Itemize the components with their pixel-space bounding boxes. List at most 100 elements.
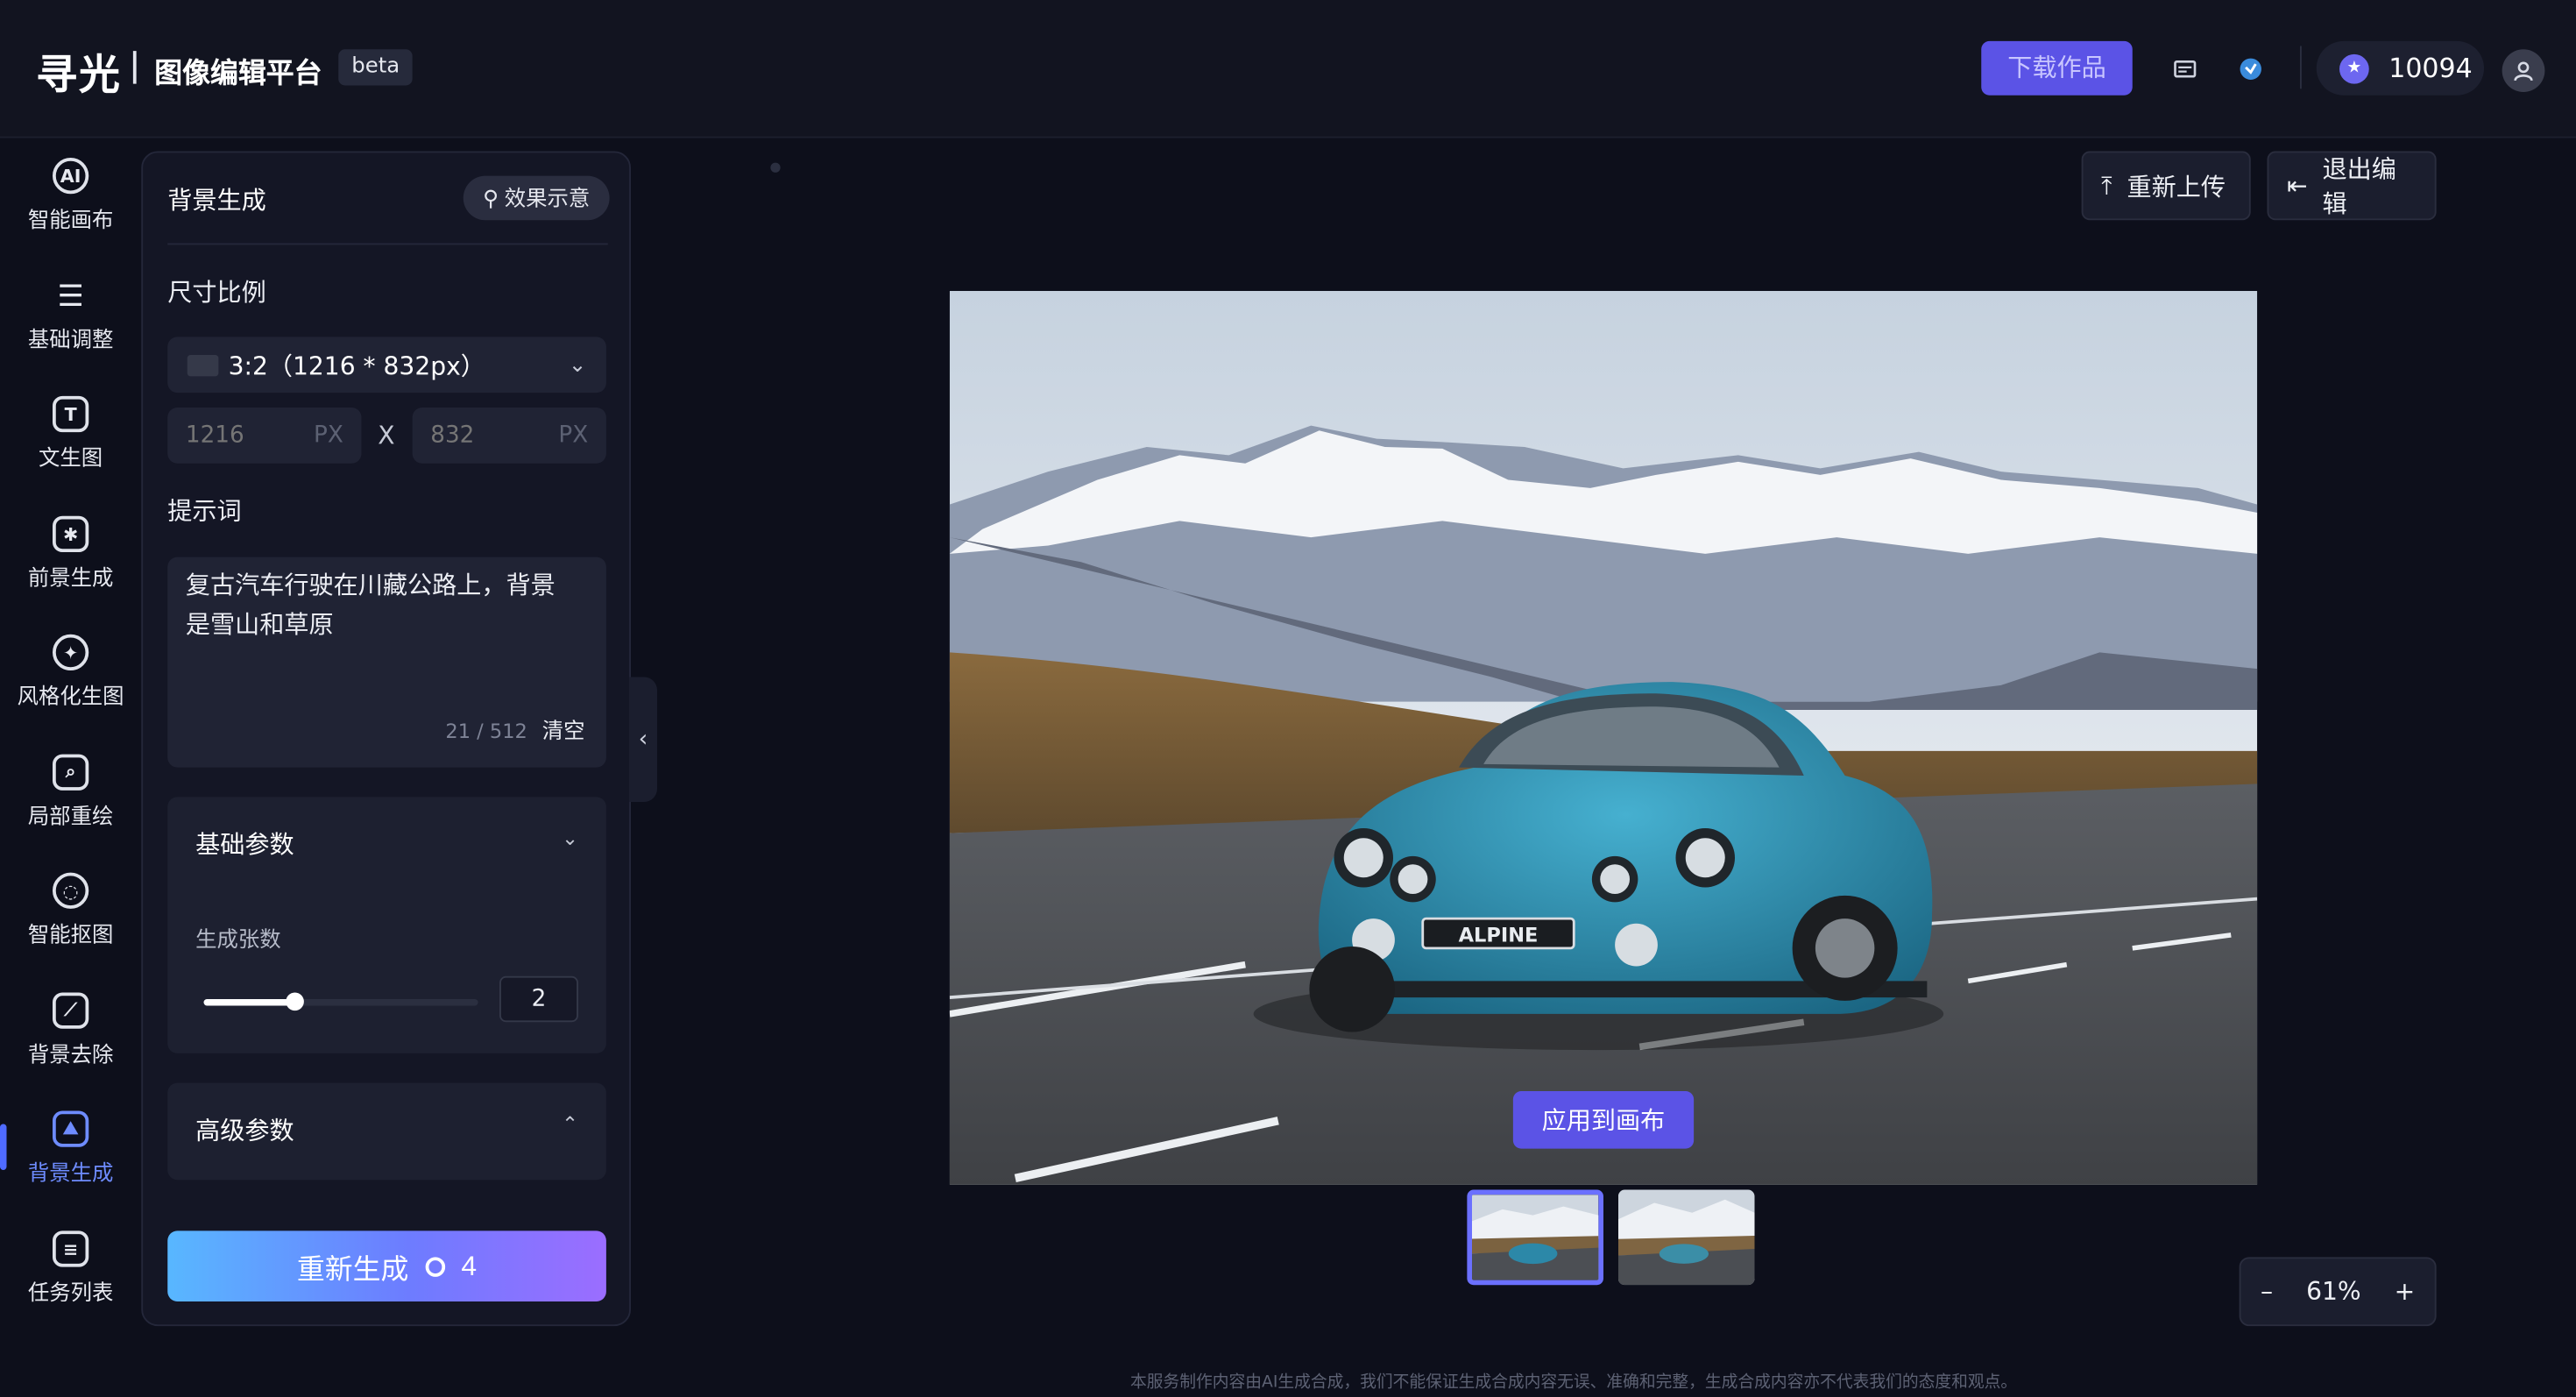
text-icon: T: [53, 395, 89, 433]
width-input[interactable]: [185, 422, 285, 449]
rail-item-bg-generate[interactable]: ⛰ 背景生成: [0, 1110, 141, 1210]
collapse-panel-button[interactable]: ‹: [629, 677, 657, 802]
tool-rail: AI 智能画布 ☰ 基础调整 T 文生图 ✱ 前景生成 ✦ 风格化生图 ⌕ 局部…: [0, 138, 141, 1397]
rail-item-foreground[interactable]: ✱ 前景生成: [0, 515, 141, 615]
dimension-separator: X: [378, 421, 395, 450]
rail-item-basic-adjust[interactable]: ☰ 基础调整: [0, 278, 141, 377]
basic-params-title[interactable]: 基础参数: [195, 826, 294, 861]
rail-item-label: 智能抠图: [27, 923, 114, 948]
advanced-params-section: 高级参数 ⌃: [167, 1082, 606, 1181]
rail-item-bg-remove[interactable]: ⟋ 背景去除: [0, 992, 141, 1092]
credits-value: 10094: [2388, 53, 2473, 84]
user-avatar-icon[interactable]: [2502, 49, 2545, 92]
prompt-box: 复古汽车行驶在川藏公路上，背景是雪山和草原 21 / 512 清空: [167, 557, 606, 768]
exit-edit-button[interactable]: ⇤ 退出编辑: [2267, 151, 2437, 221]
prompt-char-count: 21 / 512: [445, 720, 527, 743]
logo-separator: [132, 51, 137, 84]
apply-to-canvas-button[interactable]: 应用到画布: [1512, 1091, 1695, 1149]
advanced-params-title[interactable]: 高级参数: [195, 1112, 294, 1146]
brush-icon: ⌕: [53, 754, 89, 791]
rail-item-inpaint[interactable]: ⌕ 局部重绘: [0, 754, 141, 854]
clear-prompt-button[interactable]: 清空: [542, 713, 585, 744]
prompt-label: 提示词: [167, 496, 242, 526]
spark-icon: ✱: [53, 515, 89, 552]
rail-item-task-list[interactable]: ≡ 任务列表: [0, 1230, 141, 1330]
ratio-swatch-icon: [187, 354, 219, 376]
rail-item-label: 背景生成: [27, 1161, 114, 1187]
width-unit: PX: [314, 422, 343, 449]
effect-demo-button[interactable]: ⚲ 效果示意: [463, 175, 610, 221]
sphere-icon[interactable]: [2236, 54, 2266, 84]
header-divider: [2300, 46, 2302, 89]
result-thumbnail-1[interactable]: [1467, 1189, 1603, 1286]
regenerate-label: 重新生成: [296, 1253, 409, 1286]
chevron-down-icon: ⌄: [568, 352, 587, 378]
height-input[interactable]: [430, 422, 529, 449]
width-field[interactable]: PX: [167, 408, 362, 464]
zoom-level: 61%: [2306, 1276, 2361, 1307]
wand-icon: ⚲: [483, 185, 499, 210]
result-image[interactable]: ALPINE: [949, 290, 2258, 1185]
result-thumbnail-2[interactable]: [1617, 1189, 1755, 1286]
slider-fill: [203, 999, 294, 1006]
beta-badge: beta: [338, 49, 414, 86]
ratio-value: 3:2（1216 * 832px）: [228, 351, 485, 381]
credits-pill[interactable]: ★ 10094: [2316, 40, 2484, 96]
rail-item-smart-canvas[interactable]: AI 智能画布: [0, 158, 141, 257]
panel-title: 背景生成: [167, 185, 266, 216]
credit-icon: [425, 1256, 445, 1276]
ratio-select[interactable]: 3:2（1216 * 832px） ⌄: [167, 337, 606, 394]
basic-params-section: 基础参数 ⌄ 生成张数 2: [167, 797, 606, 1053]
rail-item-stylize[interactable]: ✦ 风格化生图: [0, 634, 141, 734]
count-slider[interactable]: [203, 992, 478, 1011]
count-label: 生成张数: [195, 928, 281, 954]
chevron-up-icon[interactable]: ⌃: [562, 1112, 578, 1135]
upload-icon: ⤒: [2101, 171, 2112, 201]
coin-icon: ★: [2339, 53, 2369, 83]
size-label: 尺寸比例: [167, 277, 266, 308]
rail-item-label: 局部重绘: [27, 805, 114, 830]
top-bar: 寻光 图像编辑平台 beta 下载作品 ★ 10094: [0, 0, 2576, 138]
zoom-out-button[interactable]: –: [2261, 1277, 2273, 1307]
slider-handle[interactable]: [286, 992, 305, 1011]
rail-item-text-to-image[interactable]: T 文生图: [0, 395, 141, 495]
rail-item-label: 背景去除: [27, 1043, 114, 1068]
rail-item-label: 风格化生图: [17, 684, 124, 710]
canvas-dot: [770, 162, 781, 173]
chevron-down-icon[interactable]: ⌄: [562, 826, 578, 849]
rail-item-label: 任务列表: [27, 1281, 114, 1307]
reupload-label: 重新上传: [2127, 171, 2226, 202]
rail-item-cutout[interactable]: ◌ 智能抠图: [0, 872, 141, 972]
exit-icon: ⇤: [2287, 171, 2308, 201]
sliders-icon: ☰: [57, 278, 84, 314]
height-unit: PX: [558, 422, 589, 449]
count-stepper[interactable]: 2: [499, 975, 578, 1023]
regenerate-cost: 4: [461, 1249, 478, 1281]
image-icon: ⛰: [53, 1110, 89, 1147]
disclaimer: 本服务制作内容由AI生成合成，我们不能保证生成合成内容无误、准确和完整，生成合成…: [1130, 1373, 2018, 1393]
zoom-in-button[interactable]: +: [2395, 1277, 2416, 1307]
settings-panel: 背景生成 ⚲ 效果示意 尺寸比例 3:2（1216 * 832px） ⌄ PX …: [141, 151, 631, 1327]
eraser-icon: ⟋: [53, 992, 89, 1029]
zoom-control: – 61% +: [2239, 1257, 2437, 1327]
regenerate-button[interactable]: 重新生成 4: [167, 1230, 606, 1301]
platform-title: 图像编辑平台: [154, 57, 322, 91]
logo: 寻光: [36, 51, 122, 99]
rail-item-label: 基础调整: [27, 329, 114, 354]
license-plate-text: ALPINE: [1459, 924, 1539, 947]
rail-item-label: 前景生成: [27, 566, 114, 592]
panel-divider: [167, 243, 608, 245]
prompt-input[interactable]: 复古汽车行驶在川藏公路上，背景是雪山和草原: [185, 565, 572, 697]
cutout-icon: ◌: [53, 872, 89, 909]
style-icon: ✦: [53, 634, 89, 670]
ai-icon: AI: [53, 158, 89, 195]
download-button[interactable]: 下载作品: [1981, 40, 2133, 96]
chevron-left-icon: ‹: [638, 726, 648, 753]
rail-item-label: 文生图: [39, 447, 103, 472]
reupload-button[interactable]: ⤒ 重新上传: [2081, 151, 2251, 221]
rail-item-label: 智能画布: [27, 209, 114, 234]
id-card-icon[interactable]: [2170, 54, 2200, 84]
list-icon: ≡: [53, 1230, 89, 1267]
height-field[interactable]: PX: [412, 408, 606, 464]
effect-demo-label: 效果示意: [504, 185, 591, 210]
